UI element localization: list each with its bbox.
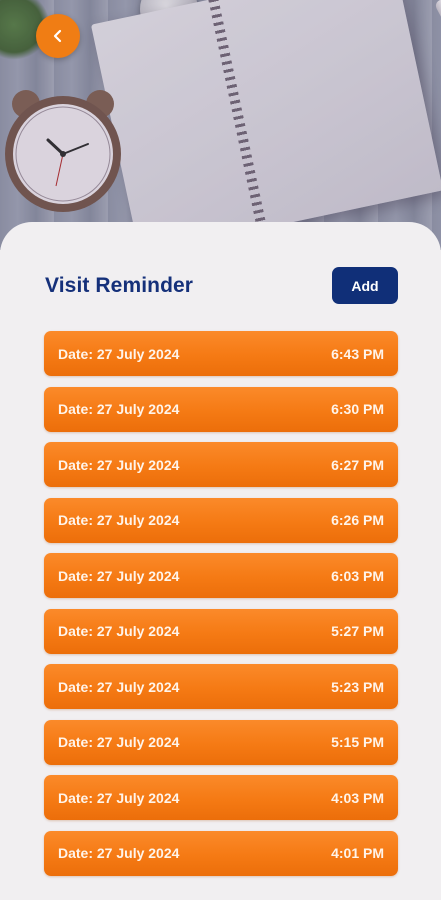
reminder-time: 6:03 PM: [331, 567, 384, 584]
reminder-card: Visit Reminder Add Date: 27 July 2024 6:…: [0, 222, 441, 900]
reminder-time: 5:15 PM: [331, 734, 384, 750]
chevron-left-icon: [53, 29, 62, 43]
reminder-time: 6:26 PM: [331, 512, 384, 528]
alarm-clock-decoration: [5, 90, 121, 212]
page-title: Visit Reminder: [45, 274, 194, 297]
reminder-date: Date: 27 July 2024: [58, 678, 180, 695]
reminder-item[interactable]: Date: 27 July 2024 5:27 PM: [44, 608, 398, 654]
reminder-item[interactable]: Date: 27 July 2024 6:26 PM: [44, 497, 398, 543]
add-button[interactable]: Add: [332, 267, 398, 304]
pen-decoration: [433, 0, 441, 127]
reminder-item[interactable]: Date: 27 July 2024 6:03 PM: [44, 553, 398, 598]
reminder-time: 4:03 PM: [331, 789, 384, 806]
reminder-time: 4:01 PM: [331, 845, 384, 861]
reminder-item[interactable]: Date: 27 July 2024 5:23 PM: [44, 664, 398, 709]
reminder-item[interactable]: Date: 27 July 2024 4:03 PM: [44, 775, 398, 820]
reminder-item[interactable]: Date: 27 July 2024 6:27 PM: [44, 442, 398, 487]
reminder-date: Date: 27 July 2024: [58, 845, 180, 861]
reminder-date: Date: 27 July 2024: [58, 512, 180, 528]
reminder-item[interactable]: Date: 27 July 2024 5:15 PM: [44, 719, 398, 765]
reminder-date: Date: 27 July 2024: [58, 345, 180, 362]
reminder-time: 6:27 PM: [331, 456, 384, 473]
reminder-item[interactable]: Date: 27 July 2024 4:01 PM: [44, 830, 398, 876]
notebook-decoration: [90, 0, 441, 250]
reminder-date: Date: 27 July 2024: [58, 456, 180, 473]
stethoscope-decoration: [140, 0, 198, 38]
reminder-item[interactable]: Date: 27 July 2024 6:30 PM: [44, 386, 398, 432]
reminder-date: Date: 27 July 2024: [58, 734, 180, 750]
reminder-time: 6:30 PM: [331, 401, 384, 417]
reminder-date: Date: 27 July 2024: [58, 401, 180, 417]
visit-reminder-screen: Visit Reminder Add Date: 27 July 2024 6:…: [0, 0, 441, 900]
notebook-spiral: [208, 0, 269, 235]
reminder-date: Date: 27 July 2024: [58, 789, 180, 806]
reminder-time: 5:23 PM: [331, 678, 384, 695]
back-button[interactable]: [36, 14, 80, 58]
reminder-item[interactable]: Date: 27 July 2024 6:43 PM: [44, 331, 398, 376]
reminder-date: Date: 27 July 2024: [58, 623, 180, 639]
reminder-time: 5:27 PM: [331, 623, 384, 639]
reminder-date: Date: 27 July 2024: [58, 567, 180, 584]
reminder-list: Date: 27 July 2024 6:43 PM Date: 27 July…: [44, 331, 398, 886]
reminder-time: 6:43 PM: [331, 345, 384, 362]
